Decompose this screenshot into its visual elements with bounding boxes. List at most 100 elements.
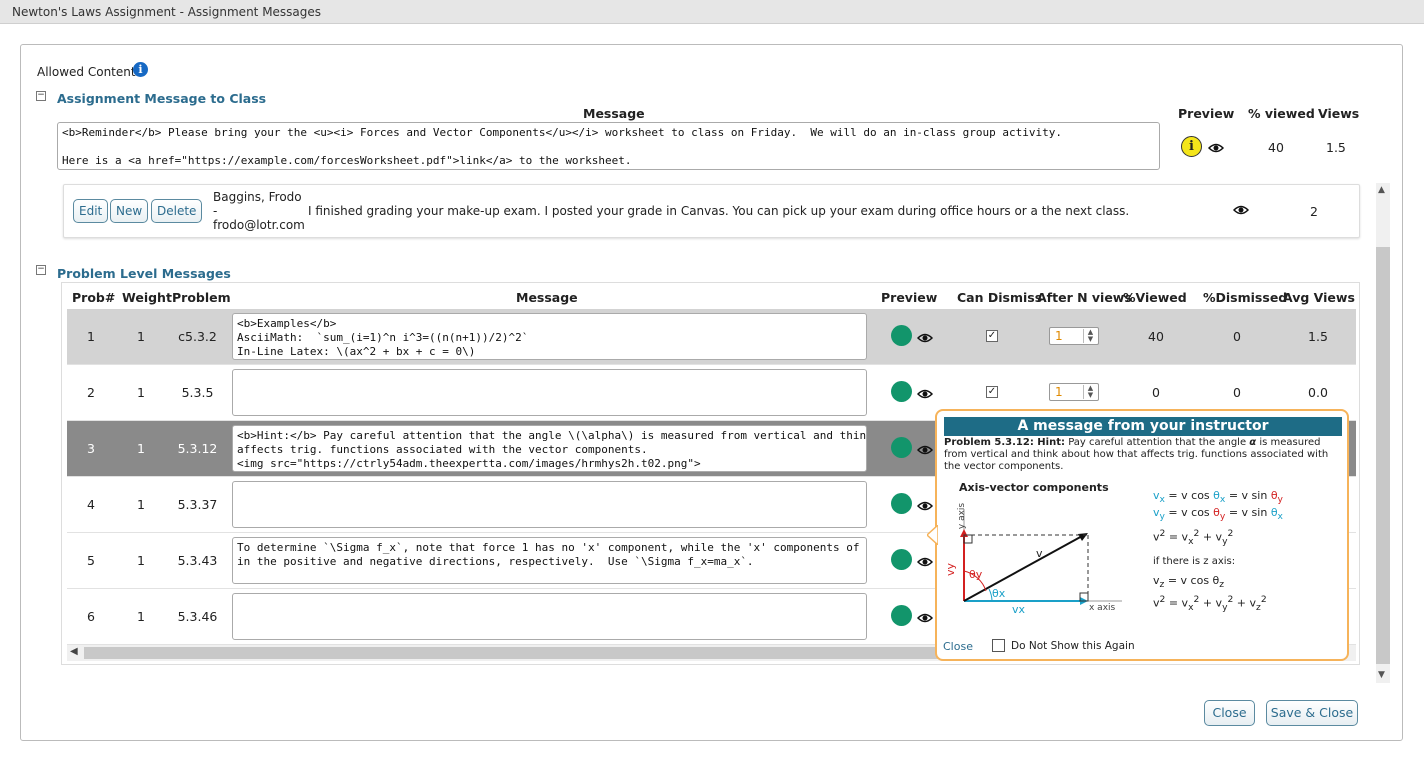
- equation-vz: vz = v cos θz: [1153, 574, 1225, 591]
- problem-id: 5.3.46: [177, 609, 218, 624]
- eye-icon[interactable]: [1208, 143, 1224, 153]
- weight: 1: [137, 497, 145, 512]
- prob-number: 1: [87, 329, 95, 344]
- scroll-down-icon[interactable]: ▼: [1378, 670, 1385, 680]
- equation-vx: vx = v cos θx = v sin θy: [1153, 489, 1283, 506]
- after-n-views-stepper[interactable]: 1 ▲ ▼: [1049, 327, 1099, 345]
- problem-message-input[interactable]: [232, 481, 867, 528]
- header-views: Views: [1318, 106, 1360, 121]
- instructor-message-popup: A message from your instructor Problem 5…: [935, 409, 1349, 661]
- preview-status-dot[interactable]: [891, 493, 912, 514]
- section-title-class: Assignment Message to Class: [57, 91, 267, 106]
- can-dismiss-checkbox[interactable]: ✓: [986, 386, 998, 398]
- eye-icon[interactable]: [1233, 205, 1249, 215]
- preview-status-dot[interactable]: [891, 381, 912, 402]
- header-message: Message: [516, 290, 578, 305]
- student-views-value: 2: [1310, 204, 1318, 219]
- problem-id: 5.3.43: [177, 553, 218, 568]
- dont-show-checkbox[interactable]: [992, 639, 1005, 652]
- dismissed-pct: 0: [1233, 329, 1241, 344]
- save-close-button[interactable]: Save & Close: [1266, 700, 1358, 726]
- popup-title: A message from your instructor: [944, 417, 1342, 436]
- eye-icon[interactable]: [917, 445, 933, 455]
- scrollbar-thumb[interactable]: [1376, 247, 1390, 664]
- after-n-value: 1: [1055, 385, 1063, 399]
- v-label: v: [1036, 547, 1043, 560]
- problem-id: 5.3.37: [177, 497, 218, 512]
- scroll-up-icon[interactable]: ▲: [1378, 185, 1385, 195]
- vertical-scrollbar[interactable]: [1376, 183, 1390, 683]
- preview-status-dot[interactable]: [891, 325, 912, 346]
- theta-x-label: θx: [992, 587, 1006, 600]
- dont-show-label: Do Not Show this Again: [1011, 640, 1135, 652]
- popup-text: Problem 5.3.12: Hint: Pay careful attent…: [944, 437, 1344, 473]
- class-views-value: 1.5: [1326, 140, 1346, 155]
- header-message: Message: [583, 106, 645, 121]
- popup-text-a: Pay careful attention that the angle: [1065, 437, 1250, 448]
- problem-id: c5.3.2: [178, 329, 217, 344]
- popup-close-link[interactable]: Close: [943, 640, 973, 653]
- student-dash: -: [213, 204, 218, 218]
- eye-icon[interactable]: [917, 613, 933, 623]
- can-dismiss-checkbox[interactable]: ✓: [986, 330, 998, 342]
- header-preview: Preview: [1178, 106, 1235, 121]
- figure-title: Axis-vector components: [959, 481, 1109, 494]
- popup-pointer-icon: [927, 525, 938, 545]
- window-title: Newton's Laws Assignment - Assignment Me…: [0, 0, 1424, 24]
- problem-message-input[interactable]: [232, 369, 867, 416]
- problem-message-input[interactable]: [232, 593, 867, 640]
- theta-y-label: θy: [969, 568, 983, 581]
- new-button[interactable]: New: [110, 199, 149, 223]
- eye-icon[interactable]: [917, 333, 933, 343]
- y-axis-label: y axis: [957, 502, 968, 530]
- table-row: 1 1 c5.3.2 <b>Examples</b> AsciiMath: `s…: [67, 309, 1356, 365]
- if-z-axis-label: if there is z axis:: [1153, 556, 1236, 567]
- scroll-left-icon[interactable]: ◀: [70, 646, 78, 657]
- prob-number: 2: [87, 385, 95, 400]
- class-message-input[interactable]: <b>Reminder</b> Please bring your the <u…: [57, 122, 1160, 170]
- delete-button[interactable]: Delete: [151, 199, 203, 223]
- allowed-content-label: Allowed Content: [37, 65, 136, 79]
- prob-number: 4: [87, 497, 95, 512]
- viewed-pct: 40: [1148, 329, 1164, 344]
- eye-icon[interactable]: [917, 557, 933, 567]
- preview-status-dot[interactable]: [891, 437, 912, 458]
- prob-number: 6: [87, 609, 95, 624]
- after-n-value: 1: [1055, 329, 1063, 343]
- problem-id: 5.3.5: [181, 385, 214, 400]
- equation-vy: vy = v cos θy = v sin θx: [1153, 506, 1283, 523]
- close-button[interactable]: Close: [1204, 700, 1255, 726]
- edit-button[interactable]: Edit: [73, 199, 109, 223]
- header-dismissed: %Dismissed: [1203, 290, 1288, 305]
- problem-message-input[interactable]: <b>Hint:</b> Pay careful attention that …: [232, 425, 867, 472]
- eye-icon[interactable]: [917, 389, 933, 399]
- problem-message-input[interactable]: <b>Examples</b> AsciiMath: `sum_(i=1)^n …: [232, 313, 867, 360]
- stepper-arrows-icon[interactable]: ▲ ▼: [1083, 329, 1097, 343]
- header-after-n: After N views: [1037, 290, 1132, 305]
- weight: 1: [137, 329, 145, 344]
- header-viewed: %Viewed: [1123, 290, 1187, 305]
- eye-icon[interactable]: [917, 501, 933, 511]
- weight: 1: [137, 609, 145, 624]
- vx-label: vx: [1012, 603, 1026, 616]
- header-prob: Prob#: [72, 290, 116, 305]
- collapse-toggle-icon[interactable]: −: [36, 265, 46, 275]
- stepper-arrows-icon[interactable]: ▲ ▼: [1083, 385, 1097, 399]
- preview-status-dot[interactable]: [891, 605, 912, 626]
- header-avg-views: Avg Views: [1283, 290, 1355, 305]
- scrollbar-thumb[interactable]: [84, 647, 944, 659]
- weight: 1: [137, 553, 145, 568]
- header-viewed: % viewed: [1248, 106, 1315, 121]
- x-axis-label: x axis: [1089, 603, 1116, 613]
- vy-label: vy: [944, 562, 958, 577]
- equation-v2: v2 = vx2 + vy2: [1153, 528, 1234, 547]
- preview-status-dot[interactable]: [891, 549, 912, 570]
- header-weight: Weight: [122, 290, 172, 305]
- after-n-views-stepper[interactable]: 1 ▲ ▼: [1049, 383, 1099, 401]
- problem-message-input[interactable]: To determine `\Sigma f_x`, note that for…: [232, 537, 867, 584]
- info-icon[interactable]: i: [133, 62, 148, 77]
- popup-problem-ref: Problem 5.3.12: Hint:: [944, 437, 1066, 448]
- prob-number: 5: [87, 553, 95, 568]
- collapse-toggle-icon[interactable]: −: [36, 91, 46, 101]
- info-preview-icon[interactable]: i: [1181, 136, 1202, 157]
